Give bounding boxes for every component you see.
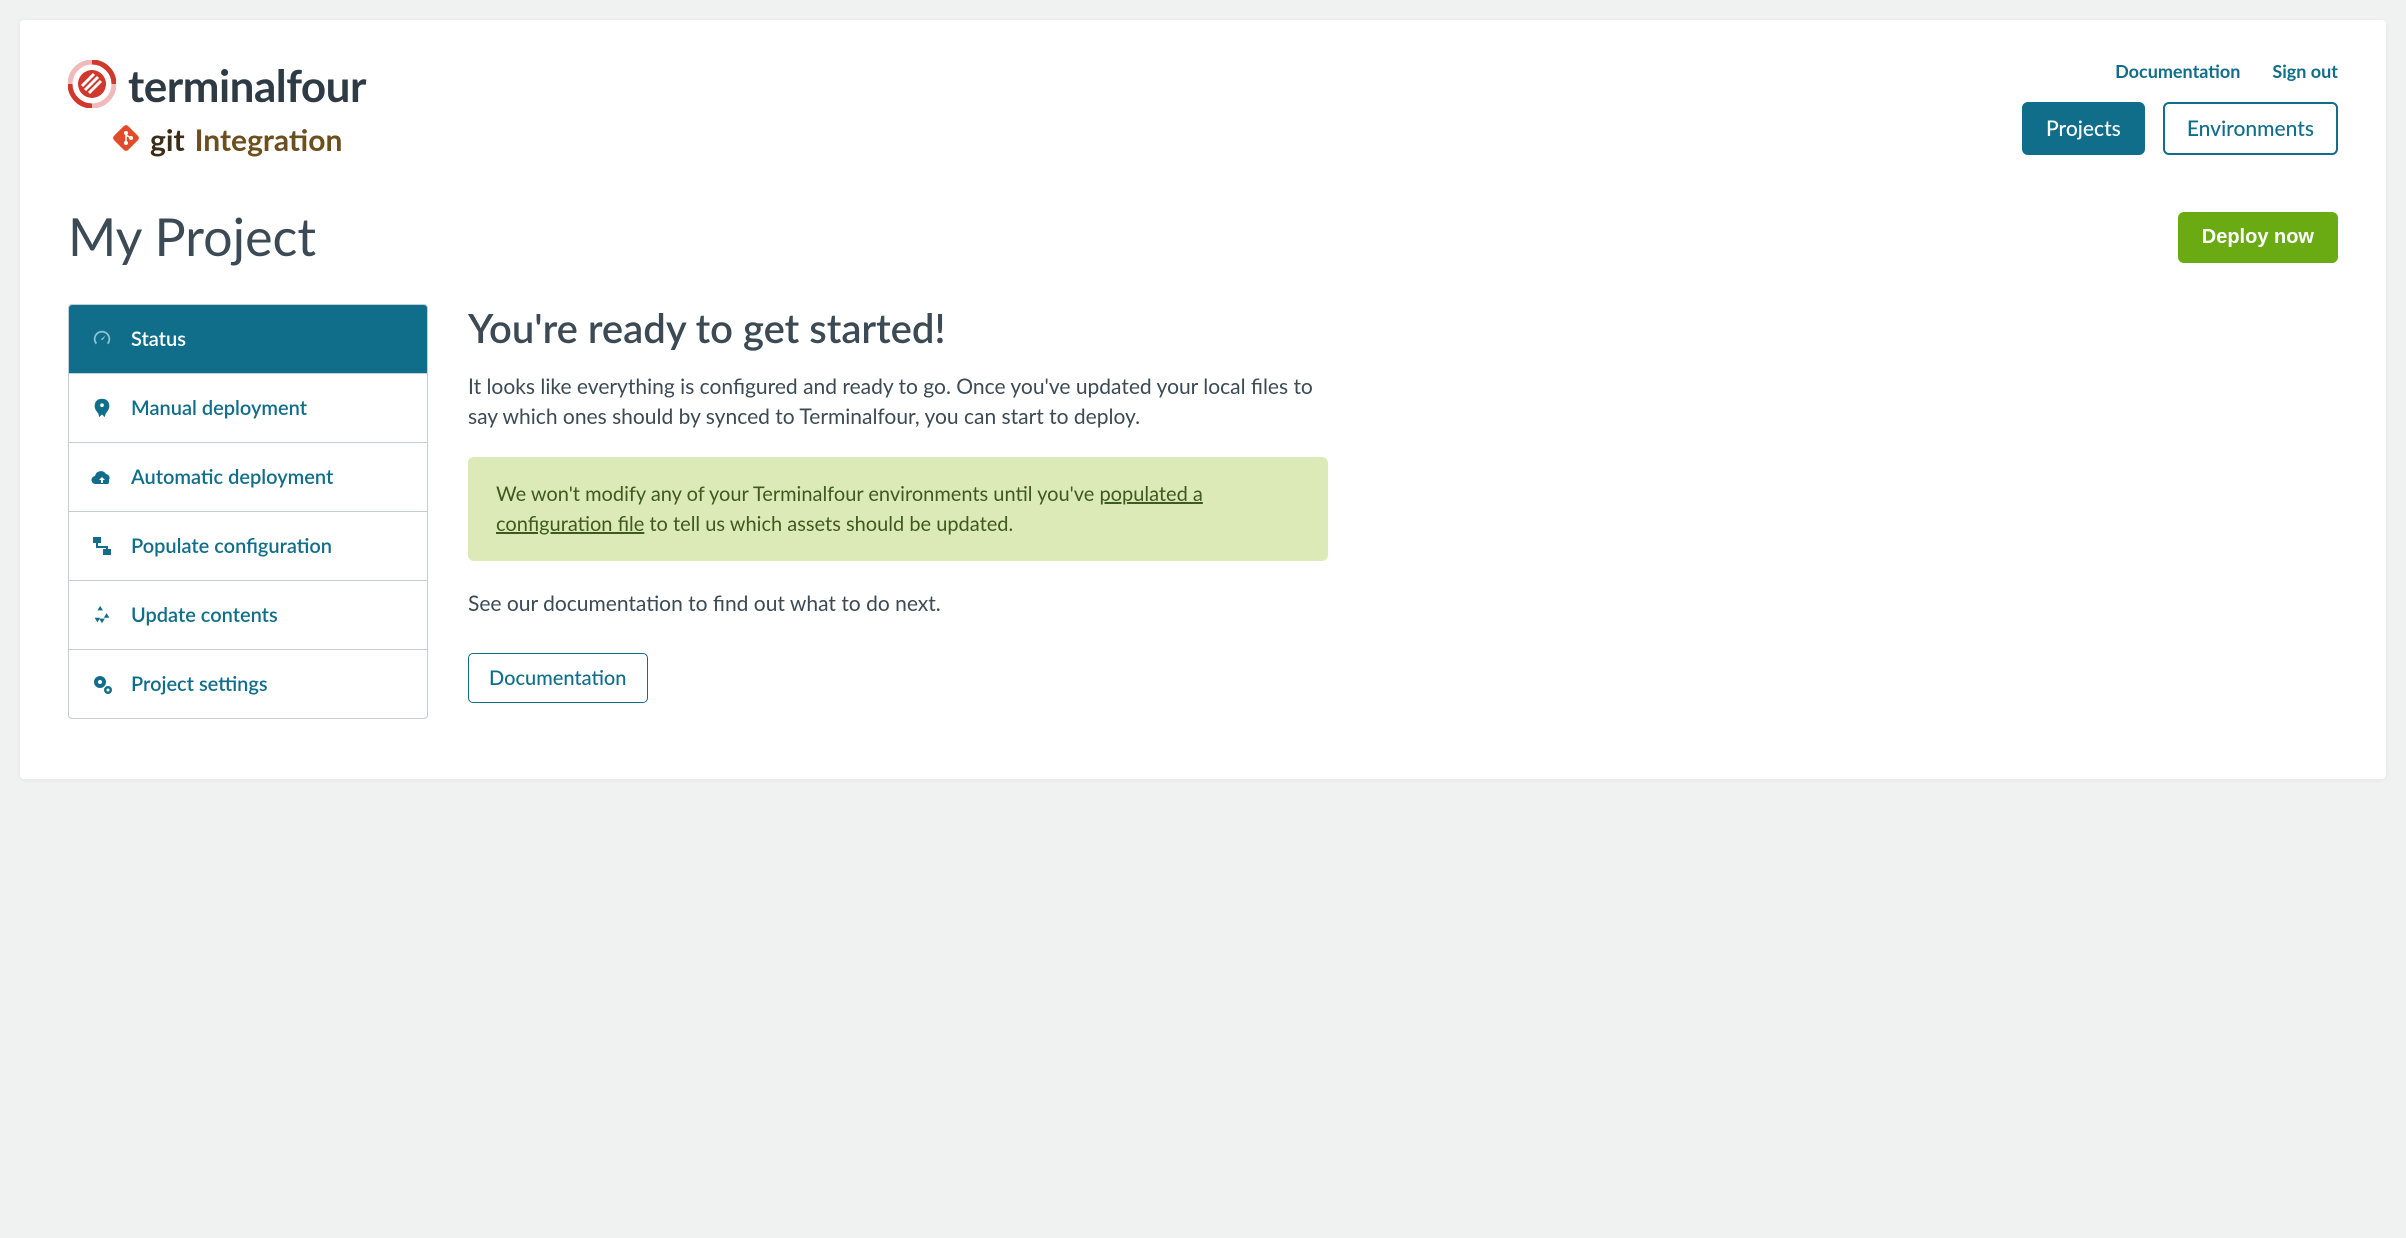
- brand-name: terminalfour: [128, 60, 366, 112]
- page-title: My Project: [68, 206, 316, 268]
- gears-icon: [89, 672, 115, 696]
- sidebar-item-automatic-deployment[interactable]: Automatic deployment: [69, 443, 427, 512]
- sidebar-item-label: Populate configuration: [131, 534, 332, 558]
- recycle-icon: [89, 604, 115, 626]
- main-heading: You're ready to get started!: [468, 304, 1328, 352]
- info-callout: We won't modify any of your Terminalfour…: [468, 457, 1328, 561]
- sidebar-item-label: Automatic deployment: [131, 465, 333, 489]
- sidebar-item-label: Update contents: [131, 603, 278, 627]
- sidebar-item-status[interactable]: Status: [69, 305, 427, 374]
- sub-brand-integration: Integration: [195, 122, 343, 158]
- git-logo-icon: [112, 124, 140, 156]
- sidebar-item-label: Status: [131, 327, 186, 351]
- sidebar-item-label: Project settings: [131, 672, 268, 696]
- network-icon: [89, 534, 115, 558]
- rocket-icon: [89, 397, 115, 419]
- sidebar-item-update-contents[interactable]: Update contents: [69, 581, 427, 650]
- sidebar-item-manual-deployment[interactable]: Manual deployment: [69, 374, 427, 443]
- next-steps-paragraph: See our documentation to find out what t…: [468, 589, 1328, 619]
- sidebar: Status Manual deployment Automatic deplo…: [68, 304, 428, 719]
- documentation-link[interactable]: Documentation: [2115, 60, 2240, 82]
- callout-text-post: to tell us which assets should be update…: [644, 512, 1013, 536]
- environments-button[interactable]: Environments: [2163, 102, 2338, 155]
- dashboard-icon: [89, 328, 115, 350]
- cloud-upload-icon: [89, 465, 115, 489]
- sign-out-link[interactable]: Sign out: [2272, 60, 2338, 82]
- deploy-now-button[interactable]: Deploy now: [2178, 212, 2338, 263]
- documentation-button[interactable]: Documentation: [468, 653, 648, 703]
- projects-button[interactable]: Projects: [2022, 102, 2145, 155]
- terminalfour-logo-icon: [68, 60, 116, 112]
- sidebar-item-populate-configuration[interactable]: Populate configuration: [69, 512, 427, 581]
- logo-block: terminalfour git Integration: [68, 60, 366, 158]
- callout-text-pre: We won't modify any of your Terminalfour…: [496, 482, 1099, 506]
- sub-brand-git: git: [150, 122, 185, 158]
- sidebar-item-project-settings[interactable]: Project settings: [69, 650, 427, 718]
- sidebar-item-label: Manual deployment: [131, 396, 307, 420]
- intro-paragraph: It looks like everything is configured a…: [468, 372, 1328, 433]
